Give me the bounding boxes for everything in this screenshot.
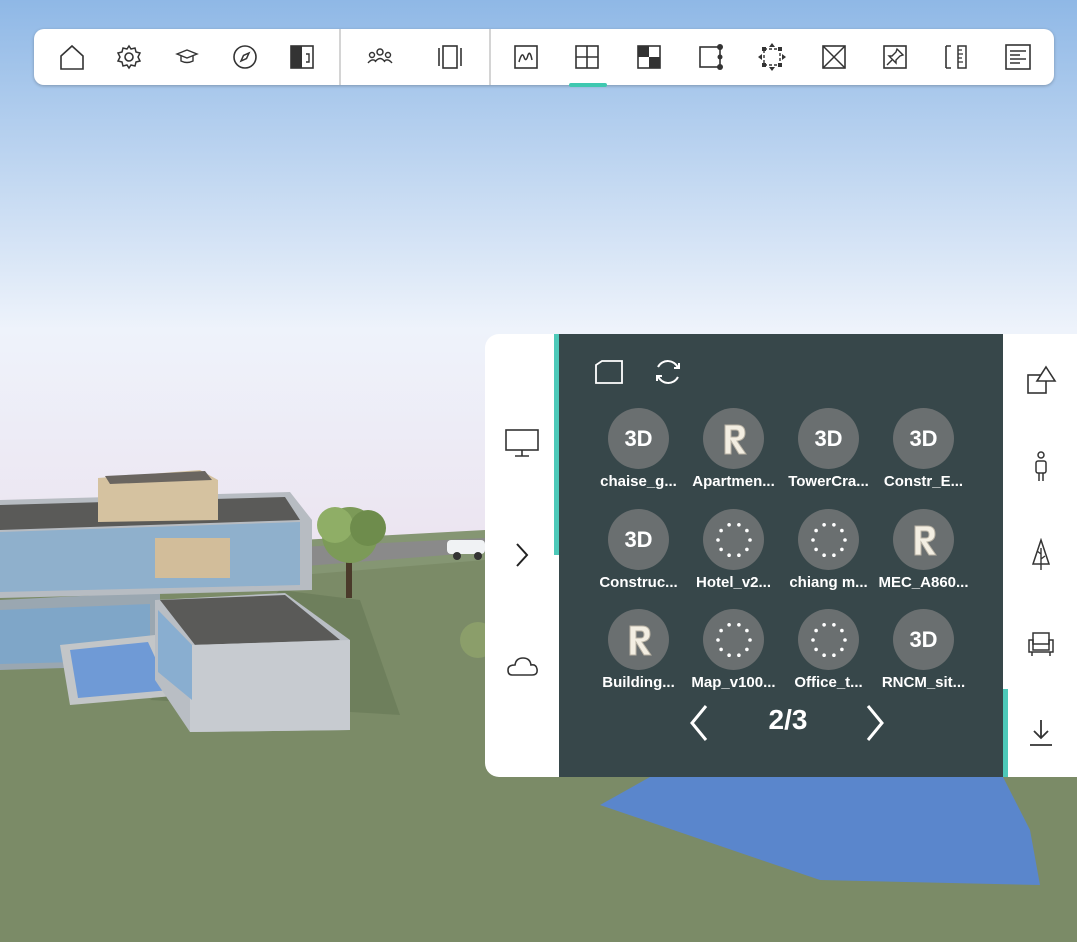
section-plane-icon [575, 45, 599, 69]
file-item[interactable]: 3D TowerCra... [781, 408, 876, 503]
vegetation-tab[interactable] [1017, 531, 1065, 579]
cloud-files-tab[interactable] [497, 642, 547, 692]
transform-button[interactable] [748, 29, 796, 85]
chevron-right-icon [516, 543, 529, 567]
file-label: Construc... [599, 574, 678, 591]
file-label: chiang m... [789, 574, 868, 591]
loading-spinner-icon [703, 509, 764, 570]
people-tab[interactable] [1017, 443, 1065, 491]
file-browser-panel: 3D chaise_g... Apartmen... 3D TowerCra... 3D C… [559, 334, 1003, 777]
model-3d-icon: 3D [608, 509, 669, 570]
section-plane-button[interactable] [563, 29, 611, 85]
split-view-icon [290, 45, 314, 69]
loading-spinner-icon [798, 609, 859, 670]
file-item[interactable]: 3D chaise_g... [591, 408, 686, 503]
revit-icon [703, 408, 764, 469]
properties-button[interactable] [994, 29, 1042, 85]
file-item[interactable]: Apartmen... [686, 408, 781, 503]
download-tab[interactable] [1017, 709, 1065, 757]
previous-page-button[interactable] [679, 698, 719, 748]
file-item[interactable]: chiang m... [781, 509, 876, 604]
transform-icon [758, 43, 786, 71]
node-edit-icon [699, 44, 723, 70]
file-label: Office_t... [794, 674, 863, 691]
list-icon [1005, 44, 1031, 70]
navigation-button[interactable] [221, 29, 269, 85]
download-icon [1030, 720, 1052, 746]
next-page-button[interactable] [855, 698, 895, 748]
chevron-right-icon [866, 705, 884, 741]
cross-box-icon [822, 45, 846, 69]
checker-button[interactable] [625, 29, 673, 85]
loading-spinner-icon [798, 509, 859, 570]
file-label: Building... [602, 674, 675, 691]
chevron-left-icon [690, 705, 708, 741]
split-view-button[interactable] [278, 29, 326, 85]
file-item[interactable]: Building... [591, 609, 686, 704]
model-3d-icon: 3D [798, 408, 859, 469]
file-item[interactable]: 3D Constr_E... [876, 408, 971, 503]
folder-icon [595, 360, 623, 384]
file-item[interactable]: 3D Construc... [591, 509, 686, 604]
frame-icon [438, 45, 462, 69]
home-button[interactable] [48, 29, 96, 85]
compass-icon [233, 45, 257, 69]
file-label: TowerCra... [788, 473, 869, 490]
pin-button[interactable] [871, 29, 919, 85]
file-label: Hotel_v2... [695, 574, 772, 591]
model-3d-icon: 3D [893, 408, 954, 469]
loading-spinner-icon [703, 609, 764, 670]
graduation-cap-icon [175, 49, 199, 64]
pin-icon [883, 45, 907, 69]
home-icon [60, 44, 84, 70]
sketch-button[interactable] [502, 29, 550, 85]
sketch-icon [514, 45, 538, 69]
cloud-icon [507, 657, 538, 676]
file-label: Constr_E... [883, 473, 964, 490]
local-files-tab[interactable] [497, 418, 547, 468]
settings-button[interactable] [105, 29, 153, 85]
shapes-icon [1027, 365, 1057, 394]
file-item[interactable]: Office_t... [781, 609, 876, 704]
top-toolbar [34, 29, 1054, 87]
furniture-tab[interactable] [1017, 619, 1065, 667]
file-label: chaise_g... [600, 473, 677, 490]
measure-button[interactable] [933, 29, 981, 85]
file-label: Map_v100... [691, 674, 776, 691]
armchair-icon [1028, 632, 1054, 656]
revit-icon [608, 609, 669, 670]
node-edit-button[interactable] [687, 29, 735, 85]
file-item[interactable]: Map_v100... [686, 609, 781, 704]
model-3d-icon: 3D [893, 609, 954, 670]
file-item[interactable]: 3D RNCM_sit... [876, 609, 971, 704]
checker-icon [637, 45, 661, 69]
file-label: RNCM_sit... [881, 674, 966, 691]
file-item[interactable]: Hotel_v2... [686, 509, 781, 604]
person-icon [1035, 451, 1047, 481]
gear-icon [116, 44, 142, 70]
file-label: MEC_A860... [878, 574, 969, 591]
collapse-panel-button[interactable] [497, 530, 547, 580]
measure-icon [945, 45, 967, 69]
monitor-icon [505, 429, 539, 457]
model-3d-icon: 3D [608, 408, 669, 469]
frame-button[interactable] [426, 29, 474, 85]
right-active-accent [1003, 689, 1008, 777]
cross-box-button[interactable] [810, 29, 858, 85]
people-icon [367, 48, 393, 64]
revit-icon [893, 509, 954, 570]
tree-icon [1031, 538, 1051, 570]
refresh-button[interactable] [648, 352, 688, 392]
tutorial-button[interactable] [163, 29, 211, 85]
collaboration-button[interactable] [356, 29, 404, 85]
open-folder-button[interactable] [589, 352, 629, 392]
file-label: Apartmen... [692, 473, 775, 490]
file-item[interactable]: MEC_A860... [876, 509, 971, 604]
active-tab-indicator [569, 83, 607, 87]
refresh-icon [656, 360, 680, 384]
shapes-tab[interactable] [1017, 356, 1065, 404]
pagination: 2/3 [559, 698, 1003, 748]
page-indicator: 2/3 [768, 704, 808, 735]
